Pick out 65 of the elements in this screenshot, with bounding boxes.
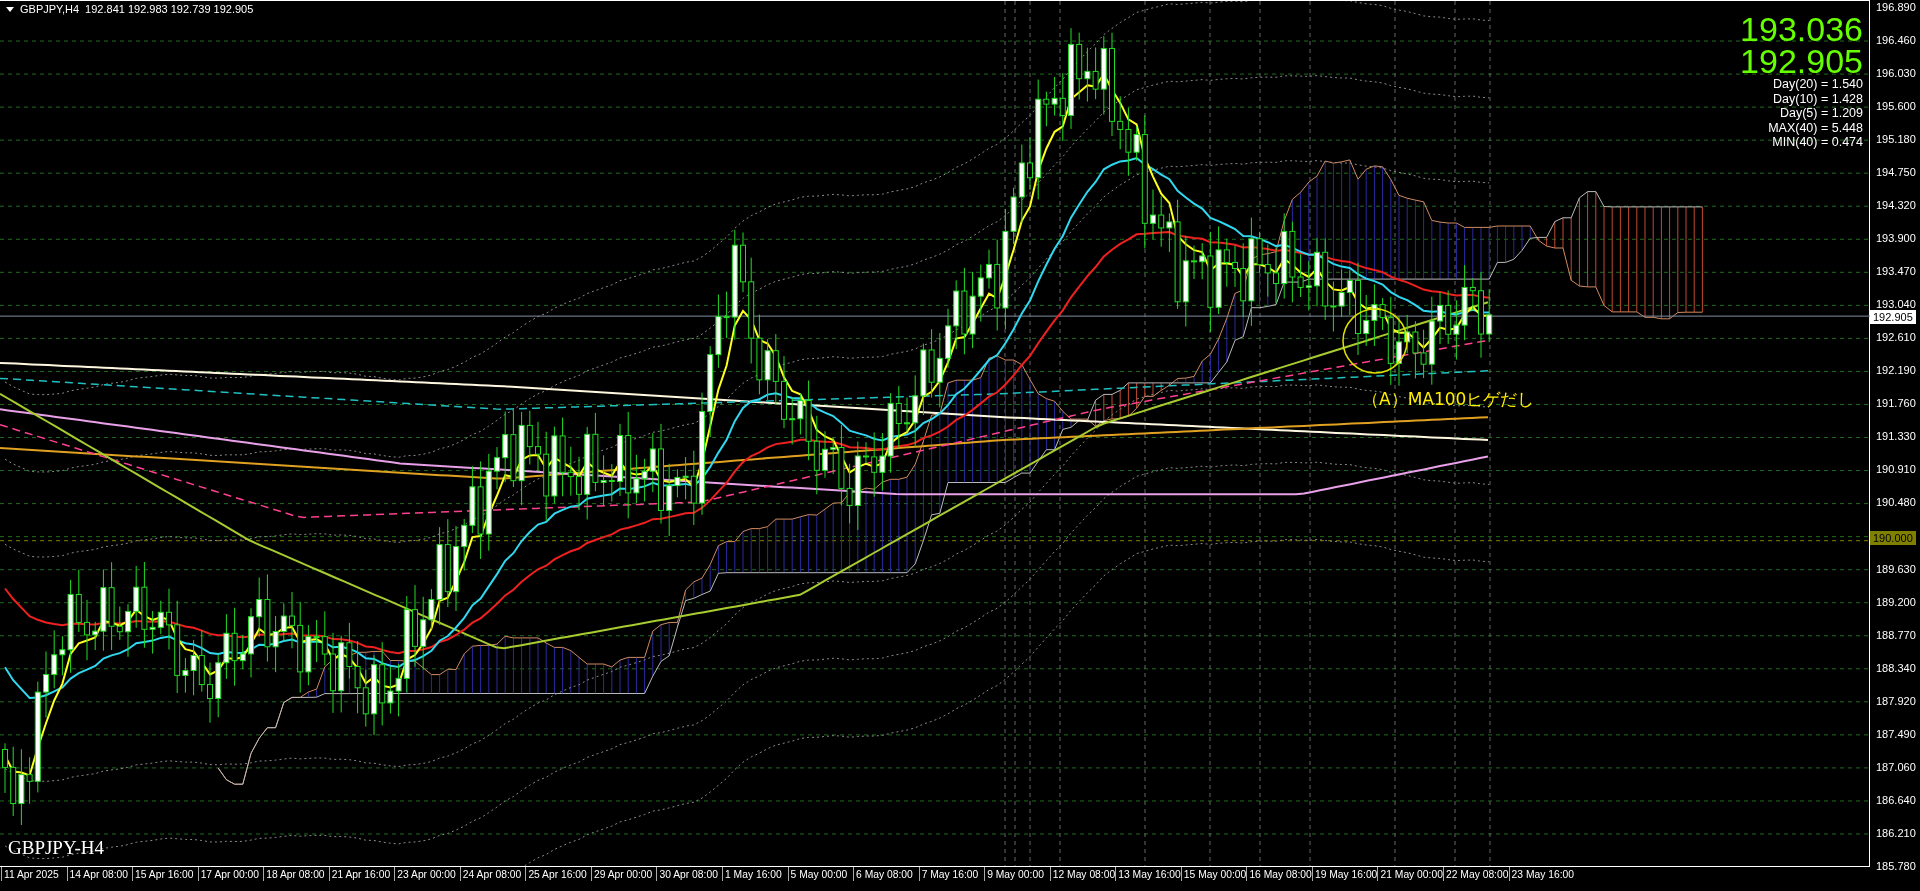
price-axis-label: 191.330 <box>1876 430 1916 443</box>
price-axis-label: 196.030 <box>1876 67 1916 80</box>
price-axis-label: 189.200 <box>1876 595 1916 608</box>
price-axis-label: 192.610 <box>1876 331 1916 344</box>
time-axis-label: 29 Apr 00:00 <box>590 867 657 881</box>
time-axis-label: 9 May 00:00 <box>984 867 1050 881</box>
time-axis-label: 19 May 16:00 <box>1311 867 1378 881</box>
price-readout: 192.905 <box>1740 45 1863 77</box>
annotation-text: （A）MA100ヒゲだし <box>1362 389 1535 409</box>
price-axis-label: 188.770 <box>1876 628 1916 641</box>
time-axis-label: 23 Apr 00:00 <box>394 867 460 881</box>
price-axis-label: 187.490 <box>1876 727 1916 740</box>
volatility-stat: Day(10) = 1.428 <box>1773 91 1863 106</box>
price-axis-label: 190.910 <box>1876 463 1916 476</box>
price-axis-label: 193.040 <box>1876 298 1916 311</box>
time-axis-label: 23 May 16:00 <box>1508 867 1575 881</box>
ohlc-values: 192.841 192.983 192.739 192.905 <box>85 3 254 15</box>
price-axis-label: 186.640 <box>1876 793 1916 806</box>
time-axis-label: 21 Apr 16:00 <box>328 867 395 881</box>
time-axis-label: 13 May 16:00 <box>1115 867 1181 881</box>
price-axis-label: 195.600 <box>1876 100 1916 113</box>
time-axis-label: 17 Apr 00:00 <box>197 867 264 881</box>
price-axis-label: 193.470 <box>1876 265 1916 278</box>
time-axis-label: 6 May 08:00 <box>853 867 919 881</box>
time-axis-label: 22 May 08:00 <box>1443 867 1509 881</box>
price-axis-label: 193.900 <box>1876 232 1916 245</box>
time-axis-label: 11 Apr 2025 <box>1 867 67 881</box>
price-axis-label: 196.460 <box>1876 34 1916 47</box>
price-axis-label: 196.890 <box>1876 1 1916 13</box>
time-axis-label: 12 May 08:00 <box>1049 867 1116 881</box>
time-axis-label: 18 Apr 08:00 <box>263 867 329 881</box>
price-tag: 190.000 <box>1870 531 1916 545</box>
price-axis-label: 187.060 <box>1876 760 1916 773</box>
price-axis-label: 187.920 <box>1876 694 1916 707</box>
time-axis-label: 24 Apr 08:00 <box>459 867 526 881</box>
time-axis-label: 15 Apr 16:00 <box>132 867 198 881</box>
price-axis-label: 191.760 <box>1876 397 1916 410</box>
volatility-stat: MAX(40) = 5.448 <box>1768 120 1863 135</box>
time-axis-label: 5 May 00:00 <box>787 867 854 881</box>
volatility-stat: Day(5) = 1.209 <box>1779 106 1863 121</box>
time-axis-label: 14 Apr 08:00 <box>66 867 133 881</box>
time-axis-label: 15 May 00:00 <box>1180 867 1247 881</box>
volatility-stat: Day(20) = 1.540 <box>1773 77 1863 92</box>
time-axis-label: 16 May 08:00 <box>1246 867 1312 881</box>
price-axis-label: 186.210 <box>1876 826 1916 839</box>
dropdown-triangle-icon[interactable] <box>6 6 14 12</box>
price-axis-label: 190.480 <box>1876 496 1916 509</box>
price-axis-label: 195.180 <box>1876 133 1916 146</box>
price-tag: 192.905 <box>1870 310 1916 324</box>
price-axis-label: 192.190 <box>1876 364 1916 377</box>
time-axis-label: 7 May 16:00 <box>918 867 985 881</box>
price-axis-label: 185.780 <box>1876 859 1916 872</box>
price-axis-label: 188.340 <box>1876 661 1916 674</box>
time-axis-label: 21 May 00:00 <box>1377 867 1444 881</box>
chart-label: GBPJPY-H4 <box>8 837 105 858</box>
price-axis-label: 194.750 <box>1876 166 1916 179</box>
price-axis-label: 189.630 <box>1876 562 1916 575</box>
price-axis-label: 194.320 <box>1876 199 1916 212</box>
volatility-stat: MIN(40) = 0.474 <box>1772 135 1863 150</box>
time-axis-label: 30 Apr 08:00 <box>656 867 722 881</box>
symbol-label: GBPJPY,H4 <box>20 3 80 15</box>
price-readout: 193.036 <box>1740 13 1863 45</box>
highlight-circle <box>1342 308 1408 374</box>
time-axis-label: 25 Apr 16:00 <box>525 867 591 881</box>
time-axis-label: 1 May 16:00 <box>722 867 788 881</box>
